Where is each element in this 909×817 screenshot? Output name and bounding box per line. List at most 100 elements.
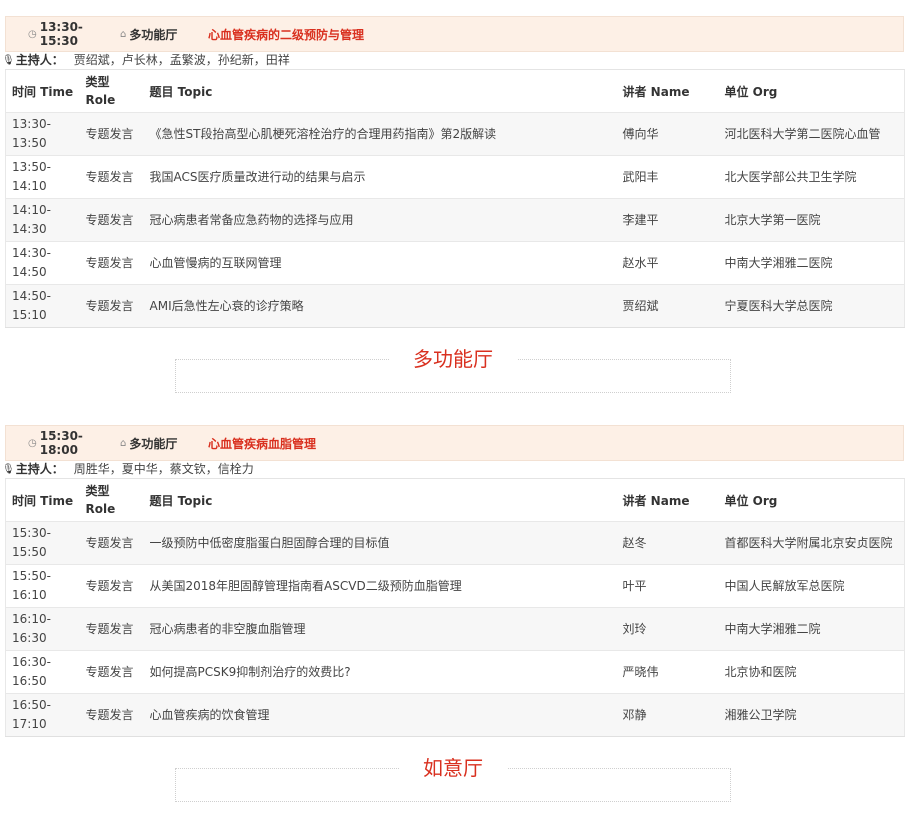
- header-org: 单位 Org: [724, 478, 905, 522]
- table-row: 15:30- 15:50 专题发言 一级预防中低密度脂蛋白胆固醇合理的目标值 赵冬…: [5, 521, 905, 565]
- table-row: 16:50- 17:10 专题发言 心血管疾病的饮食管理 邓静 湘雅公卫学院: [5, 693, 905, 737]
- chairs-label: 主持人：: [15, 53, 64, 67]
- session-time: ◷ 13:30-15:30: [28, 20, 83, 48]
- chairs-line: 🎙 主持人： 周胜华，夏中华，蔡文钦，信栓力: [2, 461, 904, 478]
- row-org: 河北医科大学第二医院心血管: [724, 112, 905, 156]
- row-speaker: 傅向华: [622, 112, 725, 156]
- row-topic: 一级预防中低密度脂蛋白胆固醇合理的目标值: [149, 521, 623, 565]
- row-topic: AMI后急性左心衰的诊疗策略: [149, 284, 623, 328]
- hall-divider: 多功能厅: [175, 346, 731, 393]
- home-icon: ⌂: [120, 28, 127, 40]
- microphone-icon: 🎙: [2, 464, 15, 475]
- chairs-names: 贾绍斌，卢长林，孟繁波，孙纪新，田祥: [73, 53, 290, 67]
- row-time: 15:30- 15:50: [5, 521, 86, 565]
- row-speaker: 武阳丰: [622, 155, 725, 199]
- row-org: 湘雅公卫学院: [724, 693, 905, 737]
- chairs-label: 主持人：: [15, 462, 64, 476]
- hall-divider: 如意厅: [175, 755, 731, 802]
- row-role: 专题发言: [85, 521, 150, 565]
- session-1: ◷ 13:30-15:30 ⌂ 多功能厅 心血管疾病的二级预防与管理 🎙 主持人…: [2, 16, 905, 328]
- row-org: 北京协和医院: [724, 650, 905, 694]
- row-time: 15:50- 16:10: [5, 564, 86, 608]
- row-time: 16:30- 16:50: [5, 650, 86, 694]
- hall-name: 如意厅: [399, 755, 507, 781]
- row-time: 16:10- 16:30: [5, 607, 86, 651]
- session-hall: ⌂ 多功能厅: [120, 436, 178, 451]
- row-topic: 《急性ST段抬高型心肌梗死溶栓治疗的合理用药指南》第2版解读: [149, 112, 623, 156]
- row-role: 专题发言: [85, 155, 150, 199]
- home-icon: ⌂: [120, 437, 127, 449]
- table-header-row: 时间 Time 类型 Role 题目 Topic 讲者 Name 单位 Org: [5, 69, 905, 113]
- row-time: 16:50- 17:10: [5, 693, 86, 737]
- session-title: 心血管疾病的二级预防与管理: [208, 27, 365, 42]
- row-speaker: 严晓伟: [622, 650, 725, 694]
- row-role: 专题发言: [85, 112, 150, 156]
- header-time: 时间 Time: [5, 478, 86, 522]
- table-row: 16:10- 16:30 专题发言 冠心病患者的非空腹血脂管理 刘玲 中南大学湘雅…: [5, 607, 905, 651]
- row-org: 中国人民解放军总医院: [724, 564, 905, 608]
- row-speaker: 邓静: [622, 693, 725, 737]
- clock-icon: ◷: [28, 28, 37, 40]
- row-topic: 从美国2018年胆固醇管理指南看ASCVD二级预防血脂管理: [149, 564, 623, 608]
- row-speaker: 李建平: [622, 198, 725, 242]
- row-org: 首都医科大学附属北京安贞医院: [724, 521, 905, 565]
- row-role: 专题发言: [85, 284, 150, 328]
- table-row: 13:50- 14:10 专题发言 我国ACS医疗质量改进行动的结果与启示 武阳丰…: [5, 155, 905, 199]
- row-time: 14:10- 14:30: [5, 198, 86, 242]
- chairs-names: 周胜华，夏中华，蔡文钦，信栓力: [73, 462, 254, 476]
- hall-name: 多功能厅: [389, 346, 517, 372]
- session-header: ◷ 15:30-18:00 ⌂ 多功能厅 心血管疾病血脂管理: [5, 425, 904, 461]
- session-header: ◷ 13:30-15:30 ⌂ 多功能厅 心血管疾病的二级预防与管理: [5, 16, 904, 52]
- row-org: 中南大学湘雅二医院: [724, 241, 905, 285]
- session-time: ◷ 15:30-18:00: [28, 429, 83, 457]
- table-row: 13:30- 13:50 专题发言 《急性ST段抬高型心肌梗死溶栓治疗的合理用药指…: [5, 112, 905, 156]
- table-row: 15:50- 16:10 专题发言 从美国2018年胆固醇管理指南看ASCVD二级…: [5, 564, 905, 608]
- row-topic: 心血管疾病的饮食管理: [149, 693, 623, 737]
- row-role: 专题发言: [85, 693, 150, 737]
- row-topic: 冠心病患者常备应急药物的选择与应用: [149, 198, 623, 242]
- row-speaker: 叶平: [622, 564, 725, 608]
- row-topic: 我国ACS医疗质量改进行动的结果与启示: [149, 155, 623, 199]
- row-org: 中南大学湘雅二院: [724, 607, 905, 651]
- schedule-table: 时间 Time 类型 Role 题目 Topic 讲者 Name 单位 Org 1…: [5, 69, 905, 328]
- session-2: ◷ 15:30-18:00 ⌂ 多功能厅 心血管疾病血脂管理 🎙 主持人： 周胜…: [2, 425, 905, 737]
- row-topic: 如何提高PCSK9抑制剂治疗的效费比?: [149, 650, 623, 694]
- header-speaker: 讲者 Name: [622, 478, 725, 522]
- row-role: 专题发言: [85, 198, 150, 242]
- session-title: 心血管疾病血脂管理: [208, 436, 317, 451]
- row-time: 14:30- 14:50: [5, 241, 86, 285]
- header-time: 时间 Time: [5, 69, 86, 113]
- row-role: 专题发言: [85, 607, 150, 651]
- row-role: 专题发言: [85, 241, 150, 285]
- row-topic: 心血管慢病的互联网管理: [149, 241, 623, 285]
- table-row: 14:50- 15:10 专题发言 AMI后急性左心衰的诊疗策略 贾绍斌 宁夏医科…: [5, 284, 905, 328]
- chairs-line: 🎙 主持人： 贾绍斌，卢长林，孟繁波，孙纪新，田祥: [2, 52, 904, 69]
- table-row: 14:10- 14:30 专题发言 冠心病患者常备应急药物的选择与应用 李建平 北…: [5, 198, 905, 242]
- row-role: 专题发言: [85, 650, 150, 694]
- row-topic: 冠心病患者的非空腹血脂管理: [149, 607, 623, 651]
- header-speaker: 讲者 Name: [622, 69, 725, 113]
- row-role: 专题发言: [85, 564, 150, 608]
- table-header-row: 时间 Time 类型 Role 题目 Topic 讲者 Name 单位 Org: [5, 478, 905, 522]
- row-speaker: 赵冬: [622, 521, 725, 565]
- session-hall: ⌂ 多功能厅: [120, 27, 178, 42]
- header-org: 单位 Org: [724, 69, 905, 113]
- row-speaker: 贾绍斌: [622, 284, 725, 328]
- row-time: 14:50- 15:10: [5, 284, 86, 328]
- table-row: 16:30- 16:50 专题发言 如何提高PCSK9抑制剂治疗的效费比? 严晓伟…: [5, 650, 905, 694]
- table-row: 14:30- 14:50 专题发言 心血管慢病的互联网管理 赵水平 中南大学湘雅二…: [5, 241, 905, 285]
- row-speaker: 赵水平: [622, 241, 725, 285]
- row-time: 13:30- 13:50: [5, 112, 86, 156]
- header-role: 类型 Role: [85, 478, 150, 522]
- microphone-icon: 🎙: [2, 55, 15, 66]
- schedule-table: 时间 Time 类型 Role 题目 Topic 讲者 Name 单位 Org 1…: [5, 478, 905, 737]
- row-org: 宁夏医科大学总医院: [724, 284, 905, 328]
- header-topic: 题目 Topic: [149, 478, 623, 522]
- row-org: 北京大学第一医院: [724, 198, 905, 242]
- row-time: 13:50- 14:10: [5, 155, 86, 199]
- header-topic: 题目 Topic: [149, 69, 623, 113]
- row-speaker: 刘玲: [622, 607, 725, 651]
- clock-icon: ◷: [28, 437, 37, 449]
- header-role: 类型 Role: [85, 69, 150, 113]
- row-org: 北大医学部公共卫生学院: [724, 155, 905, 199]
